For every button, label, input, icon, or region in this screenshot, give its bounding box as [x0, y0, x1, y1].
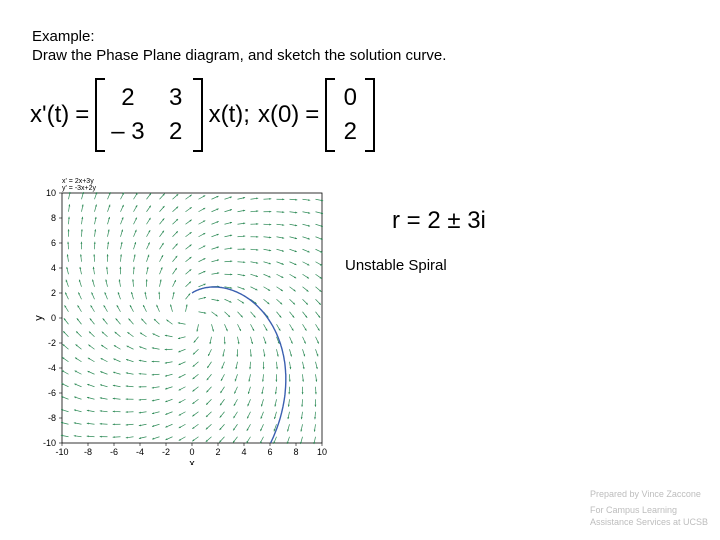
equals-2: = [305, 101, 319, 129]
svg-text:4: 4 [51, 263, 56, 273]
svg-text:0: 0 [189, 447, 194, 457]
phase-plane-svg: x' = 2x+3yy' = -3x+2y -10 -8 -6 -4 -2 0 2 4 6 8 10 -… [30, 175, 330, 465]
svg-text:-2: -2 [162, 447, 170, 457]
svg-text:2: 2 [215, 447, 220, 457]
svg-text:8: 8 [293, 447, 298, 457]
svg-text:y' = -3x+2y: y' = -3x+2y [62, 185, 97, 192]
svg-text:4: 4 [241, 447, 246, 457]
coefficient-matrix: 2 3 – 3 2 [101, 80, 196, 150]
system-equation: x'(t) = 2 3 – 3 2 x(t); x(0) = 0 2 [30, 80, 375, 150]
svg-text:8: 8 [51, 213, 56, 223]
svg-text:10: 10 [317, 447, 327, 457]
a21: – 3 [111, 118, 144, 146]
svg-text:-8: -8 [84, 447, 92, 457]
eigenvalue-expression: r = 2 ± 3i [392, 207, 486, 235]
attribution-footer: Prepared by Vince Zaccone For Campus Lea… [590, 488, 708, 528]
footer-line1: Prepared by Vince Zaccone [590, 488, 708, 500]
svg-text:6: 6 [267, 447, 272, 457]
header-line1: Example: [32, 28, 446, 47]
a12: 3 [165, 84, 187, 112]
svg-text:x: x [189, 458, 195, 465]
svg-text:-10: -10 [43, 438, 56, 448]
phase-plane-plot: x' = 2x+3yy' = -3x+2y -10 -8 -6 -4 -2 0 2 4 6 8 10 -… [30, 175, 330, 465]
classification-label: Unstable Spiral [345, 257, 447, 274]
svg-text:10: 10 [46, 188, 56, 198]
svg-text:2: 2 [51, 288, 56, 298]
ic-lhs: x(0) [258, 101, 299, 129]
initial-vector: 0 2 [331, 80, 369, 150]
svg-text:y: y [33, 315, 45, 321]
svg-text:-10: -10 [55, 447, 68, 457]
footer-line3: Assistance Services at UCSB [590, 516, 708, 528]
svg-text:-4: -4 [136, 447, 144, 457]
example-header: Example: Draw the Phase Plane diagram, a… [32, 28, 446, 66]
x-of-t: x(t); [209, 101, 250, 129]
xprime-symbol: x'(t) [30, 101, 69, 129]
header-line2: Draw the Phase Plane diagram, and sketch… [32, 47, 446, 66]
a22: 2 [165, 118, 187, 146]
svg-text:-8: -8 [48, 413, 56, 423]
svg-text:-6: -6 [110, 447, 118, 457]
ic1: 0 [339, 84, 361, 112]
svg-text:6: 6 [51, 238, 56, 248]
svg-text:0: 0 [51, 313, 56, 323]
svg-text:-6: -6 [48, 388, 56, 398]
ic2: 2 [339, 118, 361, 146]
a11: 2 [111, 84, 144, 112]
svg-text:x' = 2x+3y: x' = 2x+3y [62, 178, 94, 185]
footer-line2: For Campus Learning [590, 504, 708, 516]
svg-text:-4: -4 [48, 363, 56, 373]
svg-text:-2: -2 [48, 338, 56, 348]
equals-1: = [75, 101, 89, 129]
